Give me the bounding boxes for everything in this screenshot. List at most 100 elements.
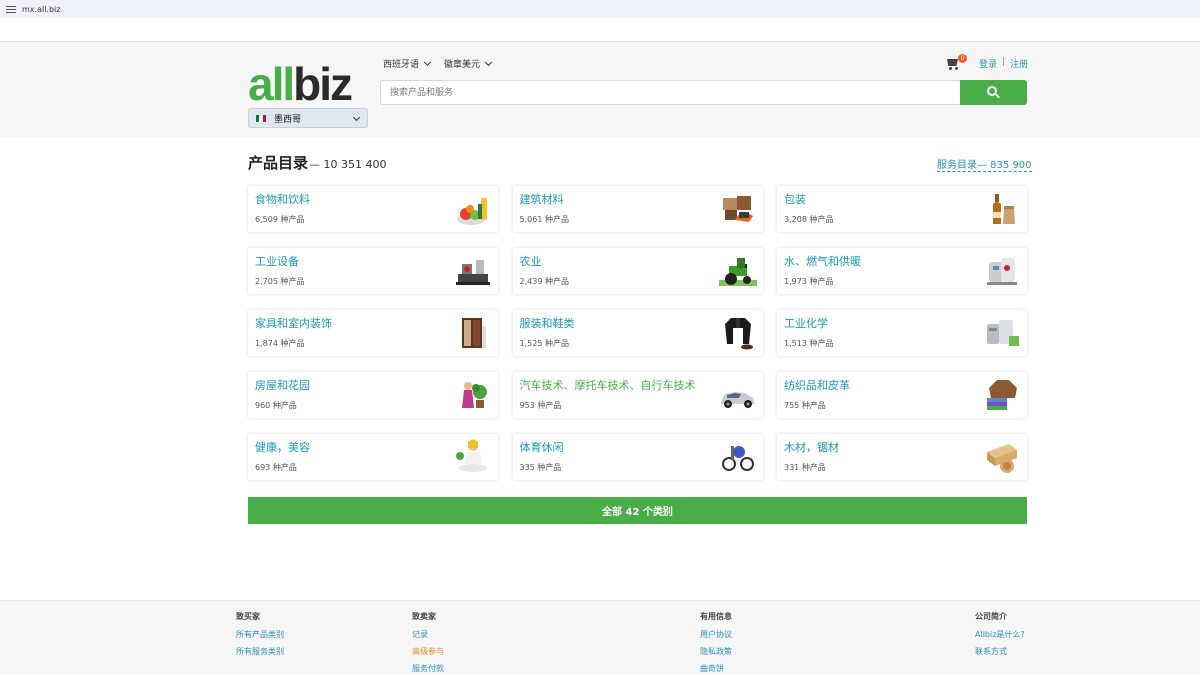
category-count: 3,208 种产品 (784, 215, 834, 224)
locale-selectors: 西班牙语 徽章美元 (383, 57, 493, 70)
country-label: 墨西哥 (274, 114, 302, 125)
site-header: allbiz 墨西哥 西班牙语 徽章美元 0 登录 | 注册 (0, 41, 1200, 138)
footer-column-company: 公司简介 Allbiz是什么? 联系方式 (975, 611, 1025, 663)
category-count: 953 种产品 (519, 401, 562, 410)
chevron-down-icon (352, 113, 361, 122)
category-card[interactable]: 木材，锯材 331 种产品 (777, 434, 1027, 480)
login-link[interactable]: 登录 (979, 57, 997, 70)
category-card[interactable]: 健康，美容 693 种产品 (248, 434, 498, 480)
category-name: 房屋和花园 (255, 379, 310, 392)
category-name: 水、燃气和供暖 (784, 255, 861, 268)
cart-button[interactable]: 0 (946, 54, 967, 72)
footer-link-premium[interactable]: 高级参与 (412, 646, 444, 657)
footer-link[interactable]: 隐私政策 (700, 646, 732, 657)
textile-icon (987, 380, 1017, 410)
category-count: 755 种产品 (784, 401, 826, 410)
footer-link[interactable]: 联系方式 (975, 646, 1025, 657)
plant-icon (462, 382, 487, 408)
footer-heading: 致卖家 (412, 612, 436, 621)
page-title: 产品目录 (248, 154, 309, 172)
category-card[interactable]: 工业化学 1,513 种产品 (777, 310, 1027, 356)
category-grid: 食物和饮料 6,509 种产品 建筑材料 5,061 种产品 包装 3,208 … (248, 186, 1027, 480)
footer-link[interactable]: 用户协议 (700, 629, 732, 640)
category-count: 5,061 种产品 (519, 215, 569, 224)
category-name: 家具和室内装饰 (255, 317, 332, 330)
mexico-flag-icon (256, 114, 266, 122)
footer-link[interactable]: Allbiz是什么? (975, 629, 1025, 640)
bricks-icon (722, 196, 753, 222)
cart-icon (947, 59, 958, 66)
category-count: 1,513 种产品 (784, 339, 834, 348)
register-link[interactable]: 注册 (1010, 57, 1028, 70)
category-count: 2,439 种产品 (519, 277, 569, 286)
country-selector[interactable]: 墨西哥 (248, 108, 368, 128)
boiler-icon (987, 258, 1017, 285)
category-name: 木材，锯材 (784, 441, 839, 454)
chevron-down-icon (484, 58, 493, 66)
category-name: 食物和饮料 (255, 193, 310, 206)
language-selector[interactable]: 西班牙语 (383, 57, 432, 70)
category-card[interactable]: 建筑材料 5,061 种产品 (512, 186, 763, 232)
services-catalog-link[interactable]: 服务目录— 835 900 (937, 156, 1032, 172)
category-name: 工业化学 (784, 317, 828, 330)
site-footer: 致买家 所有产品类别 所有服务类别 致卖家 记录 高级参与 服务付款 有用信息 … (0, 600, 1200, 675)
category-name: 健康，美容 (255, 441, 310, 454)
footer-column-buyers: 致买家 所有产品类别 所有服务类别 (236, 611, 284, 663)
food-icon (457, 198, 487, 225)
car-icon (720, 392, 755, 408)
logo-dark-text: biz (293, 58, 353, 110)
category-count: 693 种产品 (255, 463, 297, 472)
category-card[interactable]: 汽车技术、摩托车技术、自行车技术 953 种产品 (512, 372, 763, 418)
category-name: 纺织品和皮革 (784, 379, 850, 392)
category-card[interactable]: 农业 2,439 种产品 (512, 248, 763, 294)
site-settings-icon[interactable] (6, 4, 16, 14)
chemical-icon (987, 320, 1019, 346)
category-name: 建筑材料 (519, 193, 564, 206)
auth-links: 登录 | 注册 (979, 57, 1028, 70)
category-name: 服装和鞋类 (519, 317, 575, 330)
category-card[interactable]: 房屋和花园 960 种产品 (248, 372, 498, 418)
category-card[interactable]: 食物和饮料 6,509 种产品 (248, 186, 498, 232)
category-card[interactable]: 包装 3,208 种产品 (777, 186, 1027, 232)
url-text: mx.all.biz (22, 4, 61, 14)
jacket-icon (724, 318, 753, 350)
footer-link[interactable]: 所有服务类别 (236, 646, 284, 657)
currency-selector[interactable]: 徽章美元 (444, 57, 493, 70)
search-icon (987, 86, 1001, 99)
machine-icon (456, 260, 490, 285)
bottle-bag-icon (993, 194, 1015, 224)
search-button[interactable] (960, 80, 1027, 105)
category-count: 331 种产品 (784, 463, 826, 472)
category-card[interactable]: 纺织品和皮革 755 种产品 (777, 372, 1027, 418)
category-count: 960 种产品 (255, 401, 297, 410)
category-card[interactable]: 家具和室内装饰 1,874 种产品 (248, 310, 498, 356)
category-card[interactable]: 工业设备 2,705 种产品 (248, 248, 498, 294)
yoga-icon (456, 439, 487, 472)
footer-link[interactable]: 所有产品类别 (236, 629, 284, 640)
footer-link[interactable]: 服务付款 (412, 663, 444, 674)
category-card[interactable]: 体育休闲 335 种产品 (512, 434, 763, 480)
category-count: 1,973 种产品 (784, 277, 834, 286)
catalog-heading: 产品目录 — 10 351 400 (248, 152, 387, 173)
language-label: 西班牙语 (383, 60, 420, 70)
category-count: 1,525 种产品 (519, 339, 569, 348)
footer-heading: 公司简介 (975, 612, 1007, 621)
all-categories-button[interactable]: 全部 42 个类别 (248, 497, 1027, 524)
category-name: 包装 (784, 193, 806, 206)
category-card[interactable]: 水、燃气和供暖 1,973 种产品 (777, 248, 1027, 294)
tractor-icon (718, 258, 757, 286)
category-count: 335 种产品 (519, 463, 562, 472)
footer-heading: 致买家 (236, 612, 260, 621)
footer-column-sellers: 致卖家 记录 高级参与 服务付款 (412, 611, 444, 675)
category-card[interactable]: 服装和鞋类 1,525 种产品 (512, 310, 763, 356)
footer-link[interactable]: 曲奇饼 (700, 663, 732, 674)
footer-link[interactable]: 记录 (412, 629, 444, 640)
chevron-down-icon (423, 58, 432, 66)
product-total-count: — 10 351 400 (309, 158, 387, 171)
category-count: 6,509 种产品 (255, 215, 305, 224)
search-input[interactable] (380, 80, 960, 105)
allbiz-logo[interactable]: all biz (248, 58, 370, 110)
footer-heading: 有用信息 (700, 612, 732, 621)
browser-url-bar[interactable]: mx.all.biz (0, 0, 1200, 18)
currency-label: 徽章美元 (444, 60, 481, 70)
